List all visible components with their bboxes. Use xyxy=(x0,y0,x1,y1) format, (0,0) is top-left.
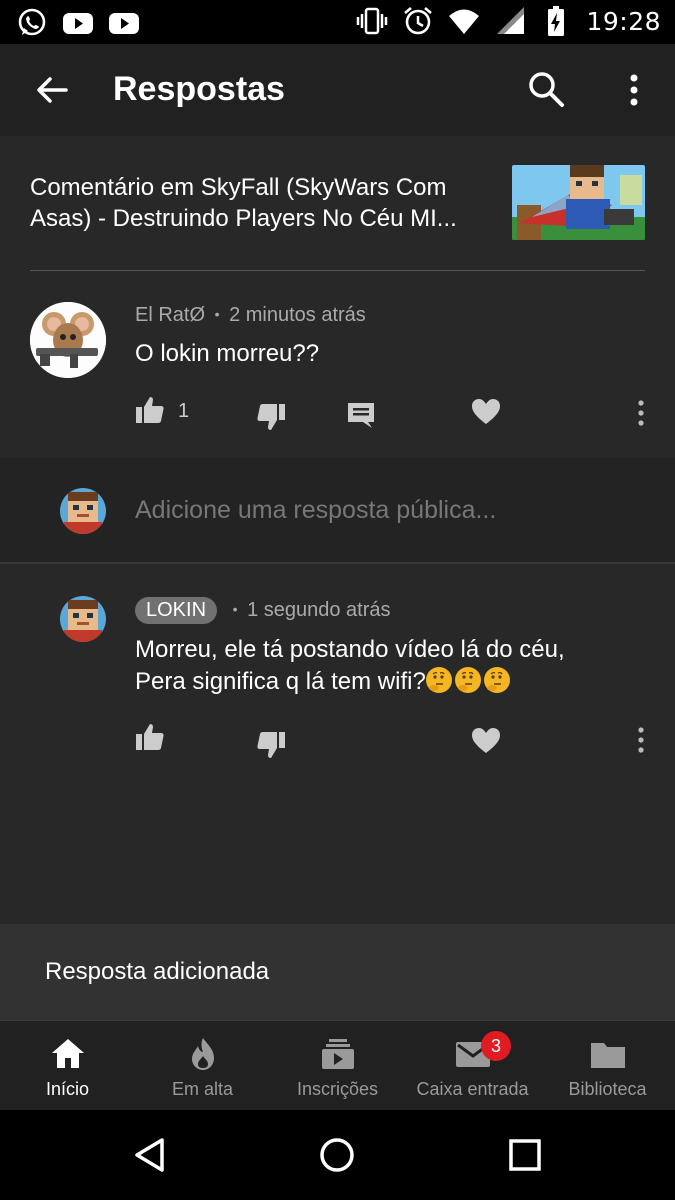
reply-input-area: Adicione uma resposta pública... xyxy=(0,458,675,564)
reply-input[interactable]: Adicione uma resposta pública... xyxy=(135,496,496,525)
arrow-back-icon[interactable] xyxy=(32,70,72,110)
wifi-icon xyxy=(449,9,480,34)
comment-time: 2 minutos atrás xyxy=(229,304,366,326)
inbox-notification-badge: 3 xyxy=(481,1031,511,1061)
reply-text: Morreu, ele tá postando vídeo lá do céu,… xyxy=(135,634,635,698)
dislike-icon[interactable] xyxy=(255,401,287,433)
nav-label: Em alta xyxy=(171,1079,234,1099)
avatar xyxy=(60,488,106,534)
avatar[interactable] xyxy=(30,302,106,378)
nav-item-home[interactable]: Início xyxy=(0,1021,135,1110)
avatar[interactable] xyxy=(60,596,106,642)
folder-icon xyxy=(590,1043,625,1068)
youtube-icon xyxy=(109,13,139,34)
app-bar: Respostas xyxy=(0,44,675,136)
reply-meta: LOKIN • 1 segundo atrás xyxy=(135,597,391,624)
meta-separator: • xyxy=(232,601,238,617)
reply-text-line1: Morreu, ele tá postando vídeo lá do céu, xyxy=(135,636,565,663)
more-vert-icon[interactable] xyxy=(625,398,657,430)
nav-label: Inscrições xyxy=(296,1079,379,1099)
more-vert-icon[interactable] xyxy=(618,70,650,110)
comment-author[interactable]: El RatØ xyxy=(135,304,205,326)
like-icon[interactable] xyxy=(134,721,166,753)
heart-icon[interactable] xyxy=(470,396,502,428)
nav-item-subscriptions[interactable]: Inscrições xyxy=(270,1021,405,1110)
flame-icon xyxy=(191,1038,214,1070)
alarm-icon xyxy=(404,7,433,35)
signal-icon xyxy=(497,7,525,34)
author-badge[interactable]: LOKIN xyxy=(135,597,218,624)
nav-label: Início xyxy=(45,1079,90,1099)
video-context[interactable]: Comentário em SkyFall (SkyWars Com Asas)… xyxy=(30,136,645,271)
video-thumbnail[interactable] xyxy=(512,165,645,240)
home-icon xyxy=(51,1039,84,1068)
vibrate-icon xyxy=(357,7,388,35)
status-bar: 19:28 xyxy=(0,0,675,44)
nav-item-library[interactable]: Biblioteca xyxy=(540,1021,675,1110)
snackbar-message: Resposta adicionada xyxy=(45,958,270,985)
whatsapp-icon xyxy=(18,8,46,36)
recents-square-icon[interactable] xyxy=(507,1137,543,1173)
battery-charging-icon xyxy=(548,6,565,36)
nav-label: Biblioteca xyxy=(568,1079,647,1099)
system-navigation-bar xyxy=(0,1110,675,1200)
reply-icon[interactable] xyxy=(345,399,377,431)
nav-item-inbox[interactable]: Caixa entrada xyxy=(405,1021,540,1110)
heart-icon[interactable] xyxy=(470,725,502,757)
comment-meta: El RatØ • 2 minutos atrás xyxy=(135,304,366,327)
back-triangle-icon[interactable] xyxy=(132,1137,168,1173)
nav-label: Caixa entrada xyxy=(416,1079,529,1099)
reply-comment: LOKIN • 1 segundo atrás Morreu, ele tá p… xyxy=(0,565,675,925)
reply-text-line2: Pera significa q lá tem wifi? xyxy=(135,666,635,698)
youtube-icon xyxy=(63,13,93,34)
like-count: 1 xyxy=(178,400,190,422)
video-context-title[interactable]: Comentário em SkyFall (SkyWars Com Asas)… xyxy=(30,172,490,234)
like-icon[interactable] xyxy=(134,394,166,426)
reply-time: 1 segundo atrás xyxy=(247,599,391,621)
snackbar: Resposta adicionada xyxy=(0,924,675,1020)
dislike-icon[interactable] xyxy=(255,729,287,761)
thinking-face-emoji xyxy=(483,667,510,693)
subscriptions-icon xyxy=(321,1039,354,1069)
reply-text-line2-text: Pera significa q lá tem wifi? xyxy=(135,668,426,695)
page-title: Respostas xyxy=(113,70,285,108)
clock-time: 19:28 xyxy=(586,6,661,36)
thinking-face-emoji xyxy=(454,667,481,693)
meta-separator: • xyxy=(214,306,220,322)
comment-text: O lokin morreu?? xyxy=(135,340,320,367)
more-vert-icon[interactable] xyxy=(625,725,657,757)
thinking-face-emoji xyxy=(425,667,452,693)
search-icon[interactable] xyxy=(526,70,566,110)
bottom-navigation: Início Em alta Inscrições Caixa entrada … xyxy=(0,1020,675,1110)
nav-item-trending[interactable]: Em alta xyxy=(135,1021,270,1110)
comment: El RatØ • 2 minutos atrás O lokin morreu… xyxy=(0,272,675,458)
home-circle-icon[interactable] xyxy=(319,1137,355,1173)
